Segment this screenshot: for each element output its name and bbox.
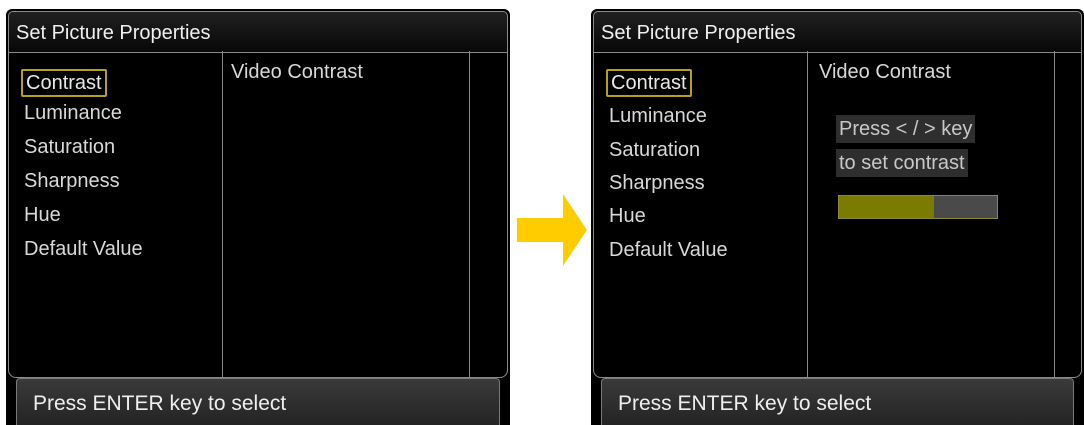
contrast-slider[interactable]: [838, 195, 998, 219]
contrast-slider-fill: [839, 196, 934, 218]
right-screen: Set Picture Properties Contrast Luminanc…: [591, 9, 1084, 425]
menu-item-saturation[interactable]: Saturation: [21, 133, 118, 161]
info-title: Video Contrast: [231, 61, 363, 83]
status-text: Press ENTER key to select: [33, 392, 287, 415]
menu-panel: Contrast Luminance Saturation Sharpness …: [8, 51, 508, 378]
menu-item-luminance[interactable]: Luminance: [21, 99, 125, 127]
status-bar: Press ENTER key to select: [16, 378, 500, 425]
menu-item-contrast[interactable]: Contrast: [606, 69, 692, 97]
menu-item-default-value[interactable]: Default Value: [606, 236, 731, 264]
menu-item-contrast[interactable]: Contrast: [21, 69, 107, 97]
menu-item-sharpness[interactable]: Sharpness: [21, 167, 123, 195]
column-divider: [222, 51, 223, 377]
menu-item-hue[interactable]: Hue: [606, 202, 649, 230]
hint-line-1: Press < / > key: [836, 115, 976, 143]
menu-panel: Contrast Luminance Saturation Sharpness …: [593, 51, 1082, 378]
title-bar: Set Picture Properties: [8, 11, 508, 53]
menu-item-hue[interactable]: Hue: [21, 201, 64, 229]
title-bar: Set Picture Properties: [593, 11, 1082, 53]
menu-item-luminance[interactable]: Luminance: [606, 102, 710, 130]
status-bar: Press ENTER key to select: [601, 378, 1074, 425]
menu-item-default-value[interactable]: Default Value: [21, 235, 146, 263]
menu-item-sharpness[interactable]: Sharpness: [606, 169, 708, 197]
hint-line-2: to set contrast: [836, 149, 968, 177]
page-title: Set Picture Properties: [601, 22, 796, 44]
column-divider: [469, 51, 470, 377]
page-title: Set Picture Properties: [16, 22, 211, 44]
column-divider: [807, 51, 808, 377]
menu-item-saturation[interactable]: Saturation: [606, 136, 703, 164]
status-text: Press ENTER key to select: [618, 392, 872, 415]
right-arrow-icon: [517, 194, 587, 266]
info-title: Video Contrast: [819, 61, 951, 83]
left-screen: Set Picture Properties Contrast Luminanc…: [6, 9, 510, 425]
column-divider: [1054, 51, 1055, 377]
